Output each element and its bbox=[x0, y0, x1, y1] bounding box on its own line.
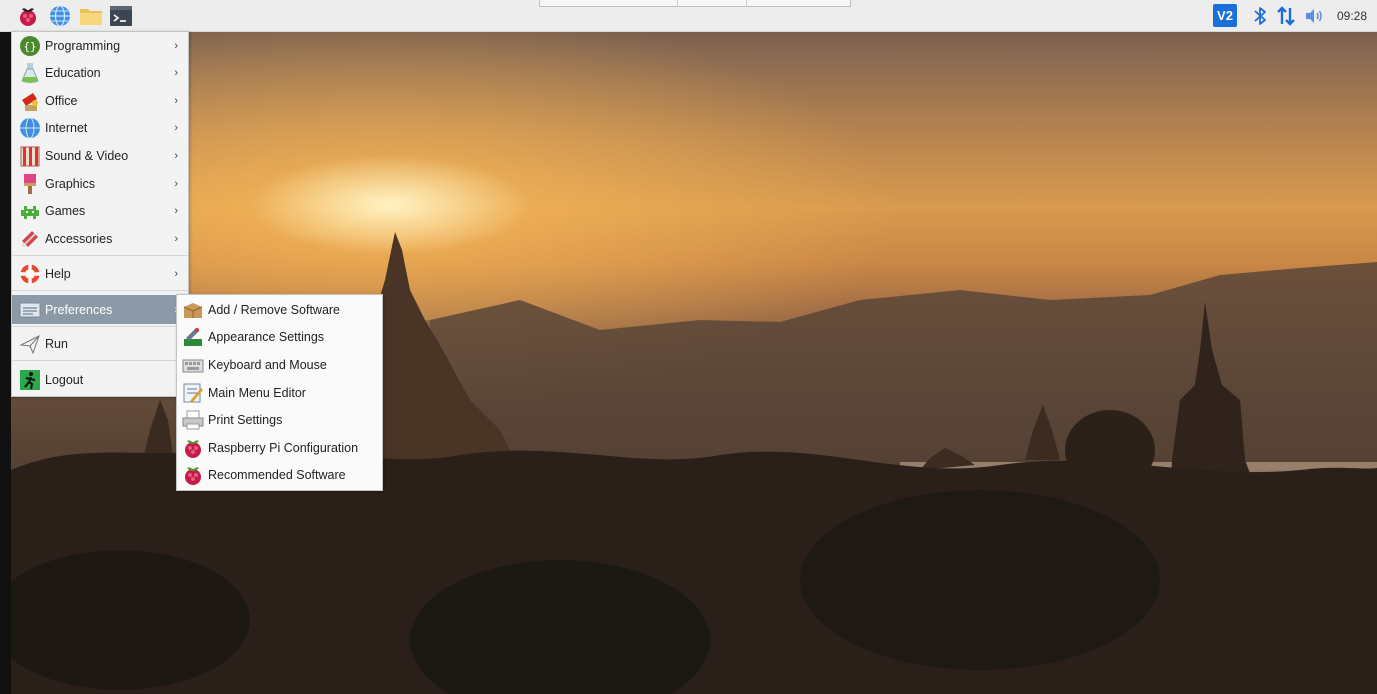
submenu-item-label: Add / Remove Software bbox=[208, 302, 341, 317]
appearance-icon bbox=[180, 326, 206, 348]
menu-item-label: Logout bbox=[45, 372, 84, 387]
menu-item-label: Sound & Video bbox=[45, 148, 129, 163]
submenu-arrow-icon: › bbox=[174, 267, 178, 280]
menu-item-label: Office bbox=[45, 93, 78, 108]
accessories-icon bbox=[17, 228, 43, 250]
submenu-item-recommended-software[interactable]: Recommended Software bbox=[177, 461, 382, 488]
network-icon[interactable] bbox=[1274, 4, 1298, 28]
submenu-item-keyboard-and-mouse[interactable]: Keyboard and Mouse bbox=[177, 351, 382, 378]
sound-video-icon bbox=[17, 145, 43, 167]
submenu-arrow-icon: › bbox=[174, 121, 178, 134]
submenu-item-label: Main Menu Editor bbox=[208, 385, 306, 400]
svg-text:{}: {} bbox=[23, 40, 36, 53]
internet-icon bbox=[17, 117, 43, 139]
menu-item-label: Programming bbox=[45, 38, 121, 53]
top-panel: V2 09:28 bbox=[0, 0, 1377, 32]
menu-item-games[interactable]: Games › bbox=[12, 197, 188, 224]
menu-item-sound-video[interactable]: Sound & Video › bbox=[12, 142, 188, 169]
menu-item-accessories[interactable]: Accessories › bbox=[12, 225, 188, 252]
keyboard-mouse-icon bbox=[180, 354, 206, 376]
preferences-submenu: Add / Remove Software Appearance Setting… bbox=[176, 294, 383, 491]
menu-separator bbox=[12, 255, 188, 256]
games-icon bbox=[17, 200, 43, 222]
submenu-arrow-icon: › bbox=[174, 39, 178, 52]
menu-separator bbox=[12, 326, 188, 327]
menu-item-graphics[interactable]: Graphics › bbox=[12, 170, 188, 197]
raspberry-icon bbox=[180, 437, 206, 459]
menu-item-help[interactable]: Help › bbox=[12, 260, 188, 287]
menu-item-logout[interactable]: Logout bbox=[12, 366, 188, 393]
menu-item-office[interactable]: Office › bbox=[12, 87, 188, 114]
preferences-icon bbox=[17, 299, 43, 321]
submenu-item-label: Raspberry Pi Configuration bbox=[208, 440, 359, 455]
logout-icon bbox=[17, 369, 43, 391]
submenu-arrow-icon: › bbox=[174, 149, 178, 162]
submenu-item-label: Recommended Software bbox=[208, 467, 346, 482]
menu-item-label: Accessories bbox=[45, 231, 113, 246]
submenu-arrow-icon: › bbox=[174, 204, 178, 217]
menu-item-label: Games bbox=[45, 203, 86, 218]
menu-item-label: Internet bbox=[45, 120, 88, 135]
menu-item-preferences[interactable]: Preferences › bbox=[12, 295, 188, 324]
submenu-item-main-menu-editor[interactable]: Main Menu Editor bbox=[177, 379, 382, 406]
submenu-item-label: Keyboard and Mouse bbox=[208, 357, 327, 372]
submenu-item-label: Appearance Settings bbox=[208, 329, 325, 344]
menu-separator bbox=[12, 360, 188, 361]
raspberry-menu-icon[interactable] bbox=[16, 4, 40, 28]
web-browser-icon[interactable] bbox=[48, 4, 72, 28]
menu-item-run[interactable]: Run bbox=[12, 330, 188, 357]
submenu-arrow-icon: › bbox=[174, 177, 178, 190]
submenu-item-label: Print Settings bbox=[208, 412, 283, 427]
taskbar-window-list[interactable] bbox=[539, 0, 851, 7]
menu-item-label: Graphics bbox=[45, 176, 96, 191]
bluetooth-icon[interactable] bbox=[1248, 4, 1272, 28]
submenu-item-add-remove-software[interactable]: Add / Remove Software bbox=[177, 296, 382, 323]
package-icon bbox=[180, 299, 206, 321]
submenu-item-appearance-settings[interactable]: Appearance Settings bbox=[177, 323, 382, 350]
printer-icon bbox=[180, 409, 206, 431]
help-icon bbox=[17, 263, 43, 285]
programming-icon: {} bbox=[17, 35, 43, 57]
office-icon bbox=[17, 90, 43, 112]
main-menu: {} Programming › Education › Office › In… bbox=[11, 31, 189, 397]
graphics-icon bbox=[17, 173, 43, 195]
education-icon bbox=[17, 62, 43, 84]
menu-item-label: Run bbox=[45, 336, 68, 351]
menu-editor-icon bbox=[180, 382, 206, 404]
menu-item-label: Preferences bbox=[45, 302, 113, 317]
submenu-arrow-icon: › bbox=[174, 232, 178, 245]
raspberry-icon bbox=[180, 464, 206, 486]
submenu-arrow-icon: › bbox=[174, 94, 178, 107]
submenu-arrow-icon: › bbox=[174, 66, 178, 79]
menu-item-label: Help bbox=[45, 266, 71, 281]
terminal-icon[interactable] bbox=[109, 4, 133, 28]
clock[interactable]: 09:28 bbox=[1337, 9, 1367, 23]
submenu-item-print-settings[interactable]: Print Settings bbox=[177, 406, 382, 433]
menu-item-education[interactable]: Education › bbox=[12, 59, 188, 86]
submenu-item-raspberry-pi-configuration[interactable]: Raspberry Pi Configuration bbox=[177, 434, 382, 461]
run-icon bbox=[17, 333, 43, 355]
menu-separator bbox=[12, 290, 188, 291]
menu-item-label: Education bbox=[45, 65, 101, 80]
volume-icon[interactable] bbox=[1302, 4, 1326, 28]
file-manager-icon[interactable] bbox=[79, 4, 103, 28]
menu-item-programming[interactable]: {} Programming › bbox=[12, 32, 188, 59]
desktop-left-edge bbox=[0, 0, 11, 694]
vnc-server-icon[interactable]: V2 bbox=[1213, 4, 1237, 27]
menu-item-internet[interactable]: Internet › bbox=[12, 114, 188, 141]
vnc-label: V2 bbox=[1217, 8, 1233, 23]
